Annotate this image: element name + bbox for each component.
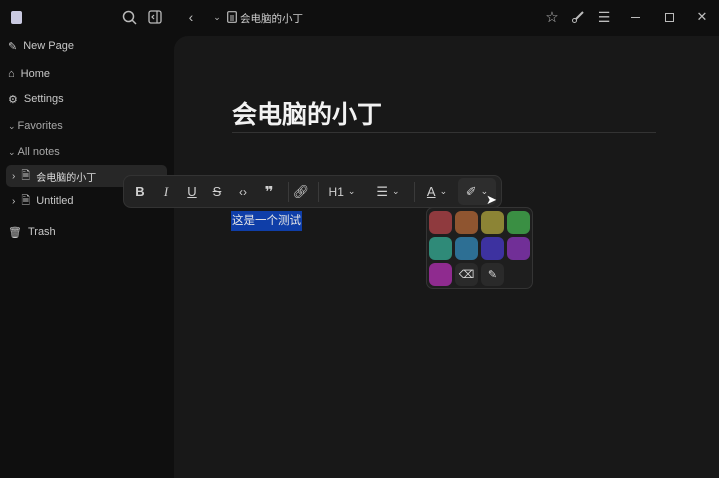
color-swatch[interactable] xyxy=(481,211,504,234)
eyedropper-button[interactable]: ✎ xyxy=(481,263,504,286)
link-button[interactable]: 🔗︎ xyxy=(290,176,312,207)
color-swatch[interactable] xyxy=(455,211,478,234)
close-icon[interactable]: ✕ xyxy=(695,9,709,25)
edit-icon: ✎ xyxy=(8,40,18,53)
format-toolbar: B I U S ‹› ❞ 🔗︎ H1 ⌄ ☰ ⌄ A ⌄ ✐ ⌄ xyxy=(123,175,502,208)
color-swatch[interactable] xyxy=(429,237,452,260)
chevron-down-icon: ⌄ xyxy=(392,186,400,196)
note-item[interactable]: › 🗎 会电脑的小丁 xyxy=(12,165,96,187)
color-swatch[interactable] xyxy=(507,237,530,260)
text-color-icon: A xyxy=(426,184,436,199)
bold-button[interactable]: B xyxy=(130,176,150,207)
chevron-down-icon[interactable]: ⌄ xyxy=(211,10,223,24)
app-logo xyxy=(11,11,22,24)
underline-button[interactable]: U xyxy=(182,176,202,207)
color-swatch[interactable] xyxy=(481,237,504,260)
sidebar-item-home[interactable]: ⌂ Home xyxy=(8,63,50,85)
brush-icon[interactable] xyxy=(570,9,586,25)
quote-button[interactable]: ❞ xyxy=(258,176,280,207)
chevron-down-icon: ⌄ xyxy=(439,186,448,196)
trash-icon: 🗑 xyxy=(8,226,22,239)
breadcrumb-title[interactable]: 会电脑的小丁 xyxy=(240,11,303,26)
minimize-icon[interactable] xyxy=(628,9,642,25)
search-icon[interactable] xyxy=(121,9,137,25)
sidebar-item-trash[interactable]: 🗑 Trash xyxy=(8,221,56,243)
favorites-section[interactable]: ⌄ Favorites xyxy=(8,115,63,137)
page-title[interactable]: 会电脑的小丁 xyxy=(232,95,382,131)
document-icon: 🗎 xyxy=(21,194,31,207)
sidebar-toggle-icon[interactable] xyxy=(147,9,163,25)
chevron-down-icon: ⌄ xyxy=(8,120,16,131)
chevron-down-icon: ⌄ xyxy=(8,146,16,157)
color-swatch[interactable] xyxy=(507,211,530,234)
document-icon: 🗎 xyxy=(21,169,31,182)
selected-text[interactable]: 这是一个测试 xyxy=(231,211,302,231)
color-swatch[interactable] xyxy=(429,263,452,286)
code-button[interactable]: ‹› xyxy=(232,176,254,207)
divider xyxy=(414,182,415,202)
gear-icon: ⚙ xyxy=(8,93,18,106)
heading-dropdown[interactable]: H1 ⌄ xyxy=(324,176,360,207)
chevron-down-icon: ⌄ xyxy=(347,186,356,196)
text-color-dropdown[interactable]: A ⌄ xyxy=(420,176,454,207)
back-icon[interactable]: ‹ xyxy=(184,9,198,25)
chevron-right-icon: › xyxy=(12,170,16,182)
note-item[interactable]: › 🗎 Untitled xyxy=(12,190,74,212)
mouse-cursor-icon: ➤ xyxy=(486,192,497,207)
eraser-button[interactable]: ⌫ xyxy=(455,263,478,286)
maximize-icon[interactable] xyxy=(662,9,676,25)
divider xyxy=(318,182,319,202)
sidebar-item-settings[interactable]: ⚙ Settings xyxy=(8,88,64,110)
list-icon: ☰ xyxy=(376,183,389,199)
all-notes-section[interactable]: ⌄ All notes xyxy=(8,141,60,163)
strikethrough-button[interactable]: S xyxy=(207,176,227,207)
home-icon: ⌂ xyxy=(8,68,15,80)
sidebar-item-new-page[interactable]: ✎ New Page xyxy=(8,35,74,57)
highlight-color-palette: ⌫ ✎ xyxy=(426,207,533,289)
title-divider xyxy=(232,132,656,133)
list-dropdown[interactable]: ☰ ⌄ xyxy=(370,176,406,207)
italic-button[interactable]: I xyxy=(156,176,176,207)
document-icon xyxy=(226,10,237,23)
color-swatch[interactable] xyxy=(429,211,452,234)
menu-icon[interactable]: ☰ xyxy=(596,9,612,25)
star-icon[interactable]: ☆ xyxy=(544,9,560,26)
color-swatch[interactable] xyxy=(455,237,478,260)
divider xyxy=(288,182,289,202)
chevron-right-icon: › xyxy=(12,195,16,207)
highlighter-icon: ✐ xyxy=(465,183,477,199)
